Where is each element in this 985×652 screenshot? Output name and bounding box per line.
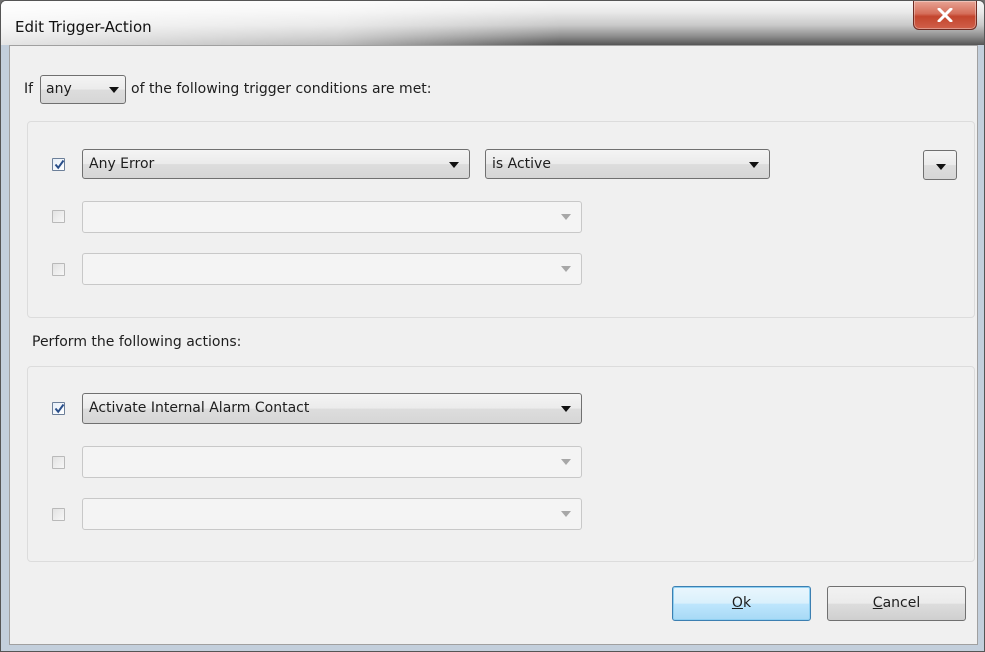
checkmark-icon [54, 403, 65, 414]
actions-heading: Perform the following actions: [32, 334, 242, 350]
chevron-down-icon [561, 214, 571, 220]
action-row-1-value: Activate Internal Alarm Contact [89, 400, 310, 416]
close-icon [937, 8, 953, 22]
ok-button-mnemonic: O [731, 595, 743, 611]
action-row-2-checkbox[interactable] [52, 456, 65, 469]
match-mode-value: any [46, 81, 72, 97]
chevron-down-icon [449, 162, 459, 168]
match-mode-select[interactable]: any [40, 75, 126, 104]
trigger-row-1-state-value: is Active [492, 156, 551, 172]
title-bar: Edit Trigger-Action [1, 1, 984, 45]
trigger-conditions-label: of the following trigger conditions are … [131, 81, 432, 97]
action-row-2-select[interactable] [82, 446, 582, 478]
trigger-row-2-condition-select[interactable] [82, 201, 582, 233]
ok-button-label-rest: k [742, 595, 752, 611]
dialog-body: If any of the following trigger conditio… [9, 45, 978, 645]
trigger-options-menu-button[interactable] [923, 150, 957, 180]
chevron-down-icon [561, 459, 571, 465]
trigger-row-3-checkbox[interactable] [52, 263, 65, 276]
if-label: If [24, 81, 34, 97]
ok-button[interactable]: Ok [672, 586, 811, 621]
action-row-3-checkbox[interactable] [52, 508, 65, 521]
action-row-1-checkbox[interactable] [52, 402, 65, 415]
edit-trigger-action-dialog: Edit Trigger-Action If any of the follow… [0, 0, 985, 652]
trigger-row-1-condition-value: Any Error [89, 156, 155, 172]
chevron-down-icon [749, 162, 759, 168]
action-row-3-select[interactable] [82, 498, 582, 530]
cancel-button-mnemonic: C [872, 595, 883, 611]
trigger-row-3-condition-select[interactable] [82, 253, 582, 285]
trigger-row-1-checkbox[interactable] [52, 158, 65, 171]
checkmark-icon [54, 159, 65, 170]
chevron-down-icon [561, 266, 571, 272]
chevron-down-icon [561, 511, 571, 517]
trigger-row-1-condition-select[interactable]: Any Error [82, 149, 470, 179]
cancel-button[interactable]: Cancel [827, 586, 966, 621]
trigger-row-2-checkbox[interactable] [52, 210, 65, 223]
trigger-row-1-state-select[interactable]: is Active [485, 149, 770, 179]
close-button[interactable] [913, 1, 977, 30]
window-title: Edit Trigger-Action [15, 18, 152, 36]
chevron-down-icon [109, 87, 119, 93]
cancel-button-label-rest: ancel [882, 595, 921, 611]
chevron-down-icon [561, 406, 571, 412]
chevron-down-icon [936, 164, 946, 170]
action-row-1-select[interactable]: Activate Internal Alarm Contact [82, 393, 582, 424]
